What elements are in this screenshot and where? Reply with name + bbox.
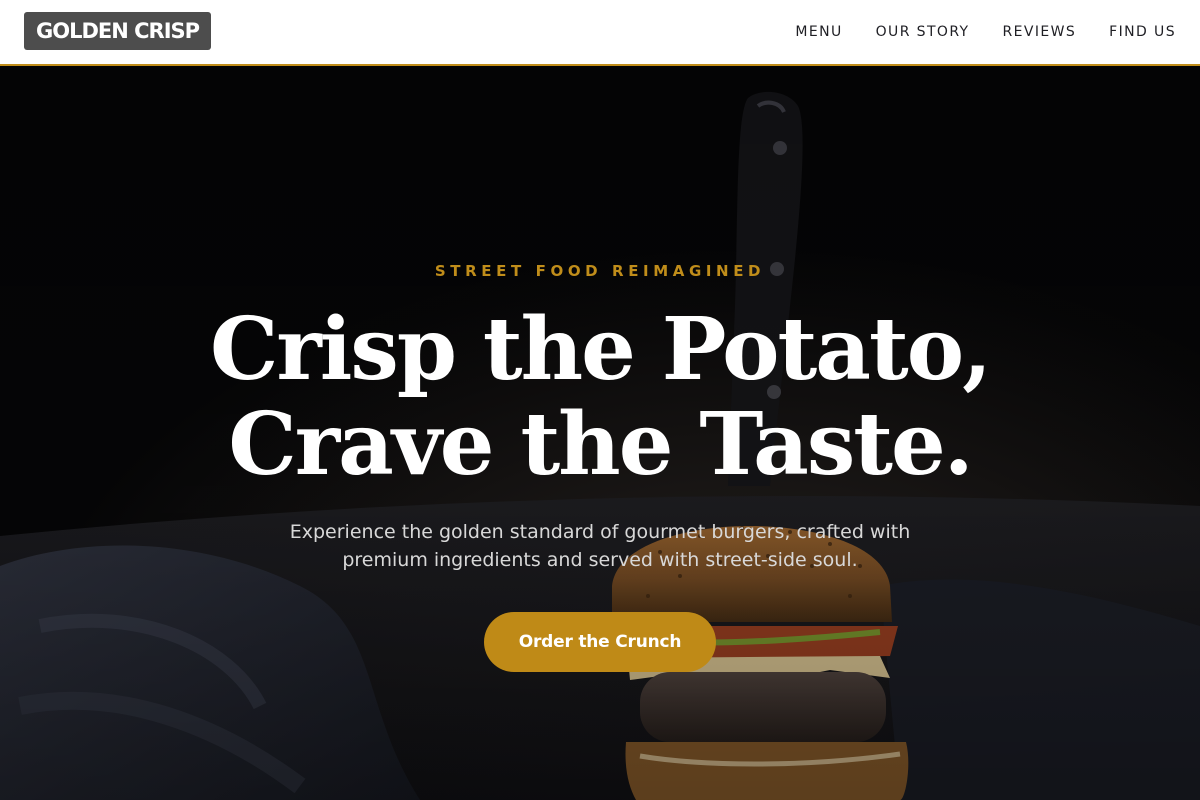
hero-subtext-line-2: premium ingredients and served with stre… [342,549,858,571]
hero-subtext-line-1: Experience the golden standard of gourme… [289,521,911,543]
site-header: GOLDEN CRISP MENU OUR STORY REVIEWS FIND… [0,0,1200,66]
nav-item-reviews[interactable]: REVIEWS [1003,24,1077,40]
hero-headline-line-2: Crave the Taste. [228,394,973,495]
nav-item-menu[interactable]: MENU [795,24,842,40]
hero-eyebrow: STREET FOOD REIMAGINED [434,262,766,280]
nav-item-our-story[interactable]: OUR STORY [876,24,970,40]
hero-headline-line-1: Crisp the Potato, [209,299,992,400]
hero-subtext: Experience the golden standard of gourme… [0,518,1200,574]
order-button[interactable]: Order the Crunch [484,612,716,672]
hero-headline: Crisp the Potato, Crave the Taste. [0,302,1200,492]
hero-section: STREET FOOD REIMAGINED Crisp the Potato,… [0,66,1200,800]
main-nav: MENU OUR STORY REVIEWS FIND US [795,24,1176,40]
logo[interactable]: GOLDEN CRISP [24,12,212,50]
nav-item-find-us[interactable]: FIND US [1109,24,1176,40]
